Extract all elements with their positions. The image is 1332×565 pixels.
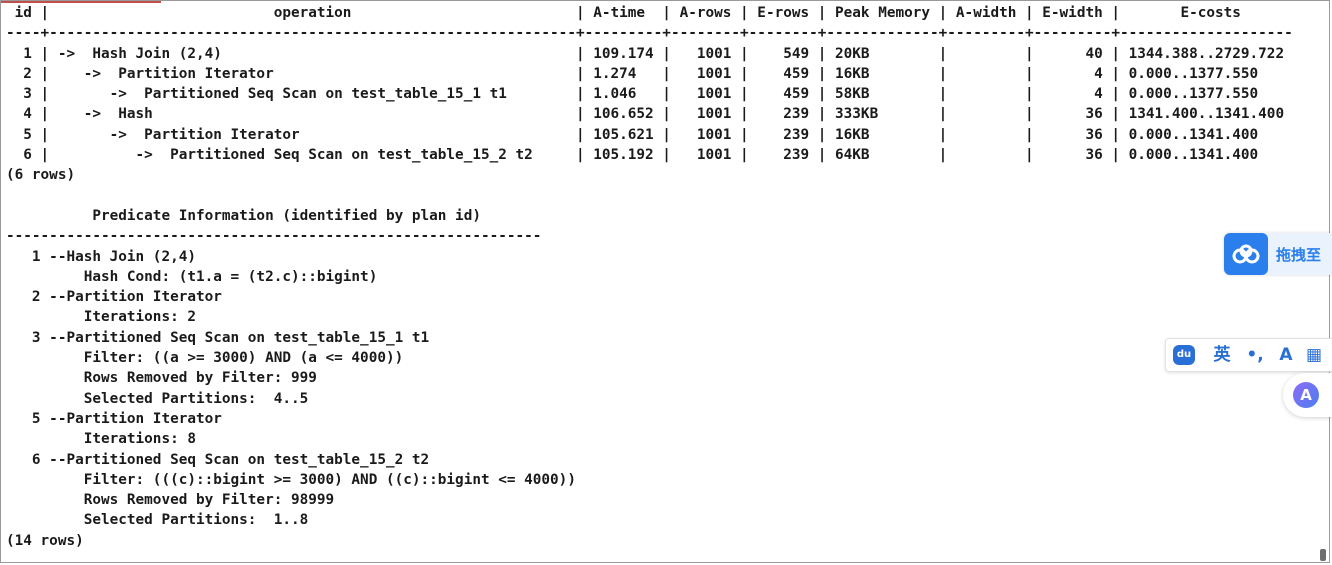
terminal-line: (6 rows): [6, 167, 76, 184]
ime-grid-icon[interactable]: ▦: [1302, 344, 1326, 366]
vertical-scrollbar[interactable]: [1320, 5, 1326, 561]
ime-punctuation-toggle[interactable]: •,: [1242, 344, 1268, 366]
terminal-line: Selected Partitions: 4..5: [6, 390, 309, 407]
assistant-icon: A: [1293, 382, 1319, 408]
terminal-line: 3 | -> Partitioned Seq Scan on test_tabl…: [6, 86, 1259, 103]
terminal-line: ----+-----------------------------------…: [6, 25, 1293, 42]
terminal-window: id | operation | A-time | A-rows | E-row…: [0, 0, 1330, 563]
terminal-line: id | operation | A-time | A-rows | E-row…: [6, 5, 1241, 21]
terminal-line: Hash Cond: (t1.a = (t2.c)::bigint): [6, 268, 378, 285]
ime-font-icon[interactable]: A: [1274, 344, 1298, 366]
terminal-line: 5 | -> Partition Iterator | 105.621 | 10…: [6, 126, 1259, 143]
assistant-button[interactable]: A: [1283, 373, 1332, 417]
query-plan-output: id | operation | A-time | A-rows | E-row…: [6, 3, 1293, 551]
terminal-line: 1 | -> Hash Join (2,4) | 109.174 | 1001 …: [6, 45, 1285, 62]
terminal-line: 5 --Partition Iterator: [6, 410, 222, 427]
terminal-line: Filter: (((c)::bigint >= 3000) AND ((c):…: [6, 471, 576, 488]
ime-logo-icon[interactable]: du: [1173, 345, 1195, 365]
netdisk-label: 拖拽至: [1276, 246, 1322, 264]
terminal-line: Iterations: 2: [6, 309, 196, 326]
terminal-line: (14 rows): [6, 532, 84, 549]
terminal-line: ----------------------------------------…: [6, 228, 542, 245]
terminal-line: 1 --Hash Join (2,4): [6, 248, 196, 265]
terminal-line: 3 --Partitioned Seq Scan on test_table_1…: [6, 329, 430, 346]
terminal-line: Predicate Information (identified by pla…: [6, 207, 481, 224]
terminal-line: 6 --Partitioned Seq Scan on test_table_1…: [6, 451, 430, 468]
netdisk-drag-widget[interactable]: 拖拽至: [1224, 233, 1332, 275]
terminal-line: Selected Partitions: 1..8: [6, 512, 309, 529]
terminal-line: Rows Removed by Filter: 98999: [6, 492, 335, 509]
terminal-line: Rows Removed by Filter: 999: [6, 370, 317, 387]
terminal-line: 6 | -> Partitioned Seq Scan on test_tabl…: [6, 147, 1259, 164]
terminal-line: 2 --Partition Iterator: [6, 289, 222, 306]
terminal-line: Filter: ((a >= 3000) AND (a <= 4000)): [6, 350, 404, 367]
scrollbar-thumb[interactable]: [1320, 549, 1326, 561]
terminal-line: 2 | -> Partition Iterator | 1.274 | 1001…: [6, 65, 1259, 82]
ime-toolbar[interactable]: du 英 •, A ▦: [1165, 338, 1332, 372]
terminal-line: 4 | -> Hash | 106.652 | 1001 | 239 | 333…: [6, 106, 1285, 123]
ime-language-toggle[interactable]: 英: [1210, 344, 1234, 366]
cloud-icon: [1224, 233, 1268, 275]
terminal-line: Iterations: 8: [6, 431, 196, 448]
